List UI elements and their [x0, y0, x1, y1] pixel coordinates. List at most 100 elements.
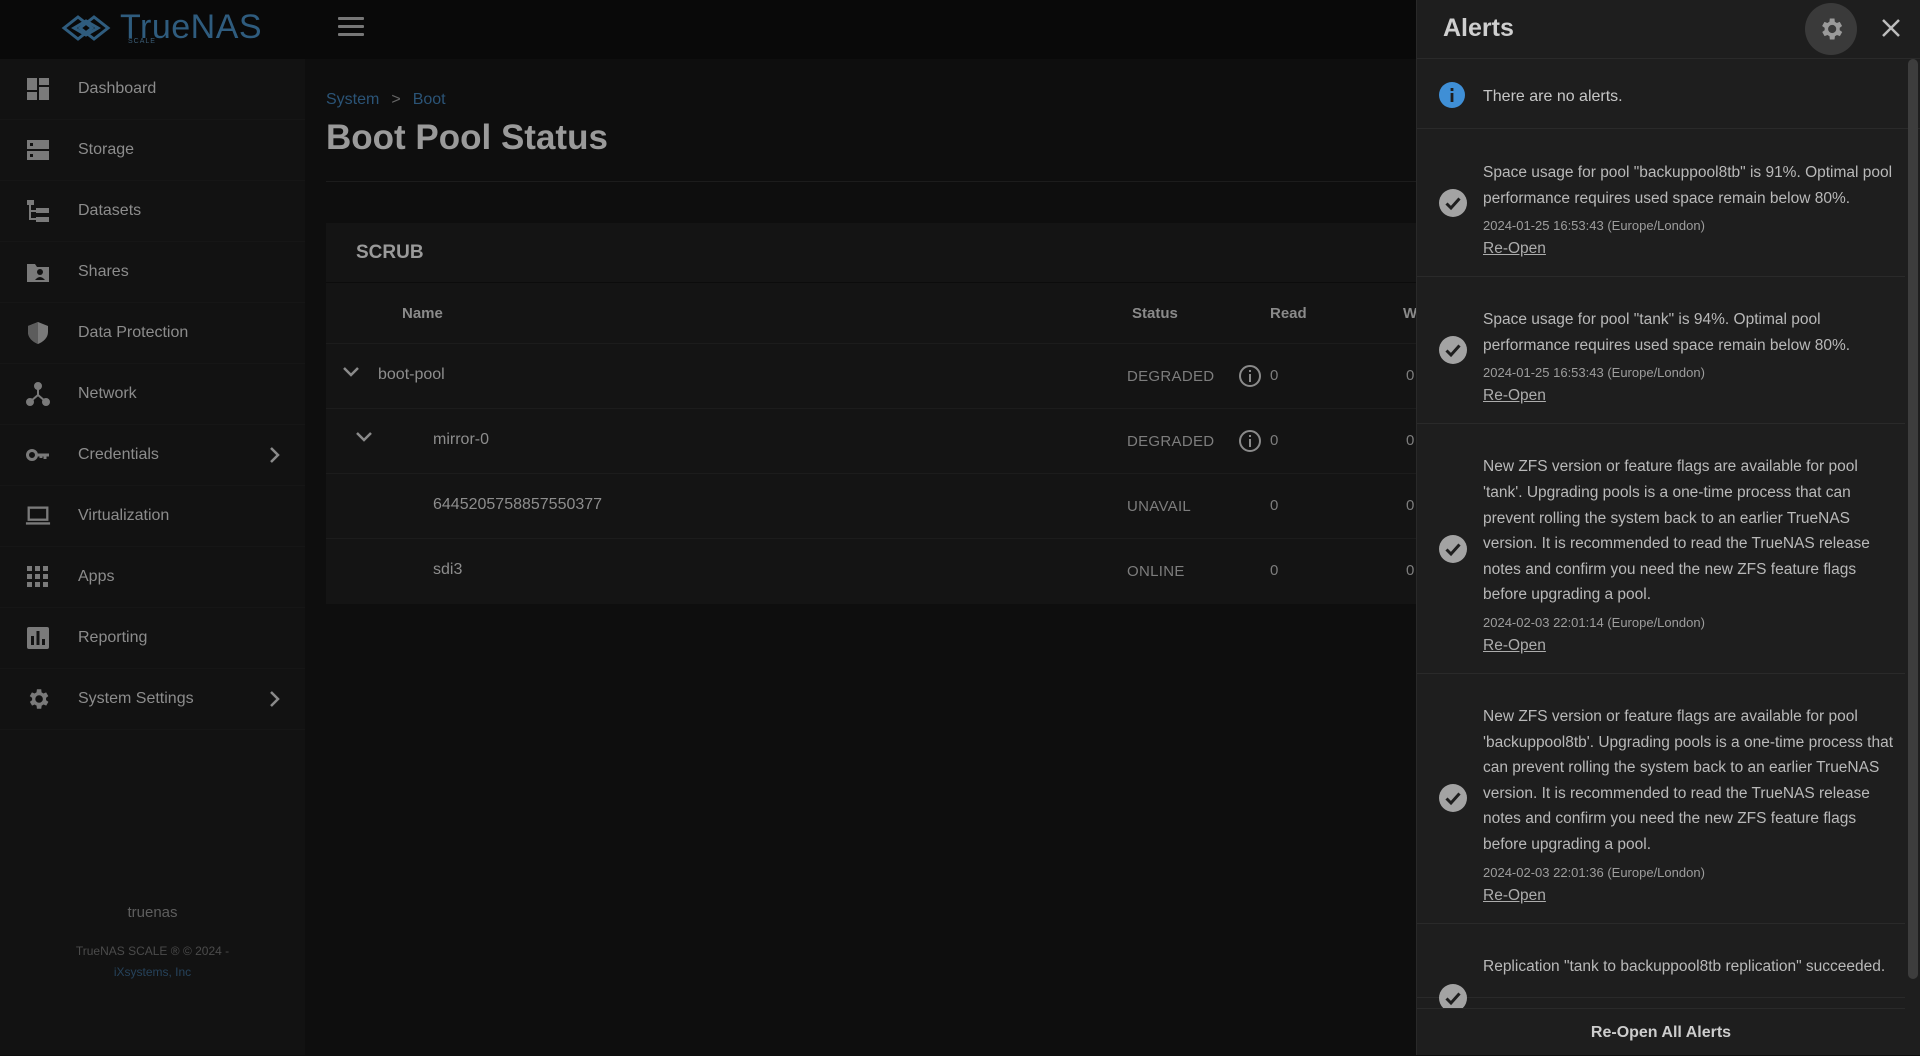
row-name: mirror-0 [433, 431, 489, 448]
datasets-icon [25, 198, 51, 224]
row-read: 0 [1270, 367, 1279, 384]
key-icon [25, 442, 51, 468]
alert-message: New ZFS version or feature flags are ava… [1483, 707, 1894, 853]
sidebar-item-apps[interactable]: Apps [0, 547, 305, 608]
sidebar-item-label: Data Protection [78, 324, 189, 341]
close-icon[interactable] [1879, 16, 1903, 40]
shares-icon [25, 259, 51, 285]
sidebar-item-data-protection[interactable]: Data Protection [0, 303, 305, 364]
check-circle-icon [1439, 784, 1467, 813]
brand-edition: SCALE [128, 38, 156, 45]
alert-settings-button[interactable] [1805, 3, 1857, 55]
row-status: ONLINE [1127, 563, 1185, 580]
top-bar: TrueNAS SCALE [0, 0, 1416, 59]
alerts-panel: Alerts There are no alerts. Space usage … [1416, 0, 1920, 1055]
alert-item: New ZFS version or feature flags are ava… [1417, 674, 1905, 924]
alert-message: New ZFS version or feature flags are ava… [1483, 458, 1870, 604]
chevron-down-icon[interactable] [342, 366, 360, 378]
copyright: TrueNAS SCALE ® © 2024 - iXsystems, Inc [0, 941, 305, 983]
row-write: 0 [1406, 562, 1415, 579]
row-name: 6445205758857550377 [433, 496, 603, 513]
sidebar-item-credentials[interactable]: Credentials [0, 425, 305, 486]
storage-icon [25, 137, 51, 163]
breadcrumb: System > Boot [326, 91, 446, 109]
sidebar-item-label: Shares [78, 263, 129, 280]
gear-icon [1822, 18, 1843, 40]
sidebar-item-system-settings[interactable]: System Settings [0, 669, 305, 730]
table-row[interactable]: 6445205758857550377 UNAVAIL 0 0 [326, 473, 1416, 538]
truenas-logo-icon [61, 14, 111, 41]
chevron-down-icon[interactable] [355, 431, 373, 443]
copyright-text: TrueNAS SCALE ® © 2024 - [75, 944, 230, 958]
alert-item: Replication "tank to backuppool8tb repli… [1417, 924, 1905, 1008]
alert-timestamp: 2024-02-03 22:01:36 (Europe/London) [1483, 864, 1705, 880]
main-content: System > Boot Boot Pool Status SCRUB Name … [305, 59, 1417, 1055]
sidebar-item-label: Network [78, 385, 137, 402]
row-name: boot-pool [378, 366, 445, 383]
network-icon [25, 381, 51, 407]
scrollbar-thumb[interactable] [1908, 59, 1918, 979]
scrollbar[interactable] [1907, 59, 1919, 979]
chevron-right-icon [270, 447, 280, 463]
breadcrumb-system[interactable]: System [326, 91, 379, 108]
alert-timestamp: 2024-01-25 16:53:43 (Europe/London) [1483, 218, 1705, 234]
column-header-name: Name [402, 305, 443, 322]
sidebar-item-storage[interactable]: Storage [0, 120, 305, 181]
dashboard-icon [25, 76, 51, 102]
info-icon[interactable] [1238, 364, 1262, 388]
column-header-read: Read [1270, 305, 1307, 322]
apps-grid-icon [25, 564, 51, 590]
table-row[interactable]: boot-pool DEGRADED 0 0 [326, 343, 1416, 408]
row-write: 0 [1406, 367, 1415, 384]
info-icon [1439, 82, 1465, 108]
column-header-status: Status [1132, 305, 1178, 322]
row-status: DEGRADED [1127, 368, 1215, 385]
sidebar-item-datasets[interactable]: Datasets [0, 181, 305, 242]
sidebar-item-reporting[interactable]: Reporting [0, 608, 305, 669]
sidebar-item-shares[interactable]: Shares [0, 242, 305, 303]
sidebar-item-label: Dashboard [78, 80, 157, 97]
check-circle-icon [1439, 983, 1467, 1008]
sidebar-item-label: Apps [78, 568, 115, 585]
alert-item: New ZFS version or feature flags are ava… [1417, 424, 1905, 674]
breadcrumb-separator: > [391, 91, 401, 108]
check-circle-icon [1439, 534, 1467, 563]
gear-icon [25, 686, 51, 712]
reporting-icon [25, 625, 51, 651]
row-read: 0 [1270, 562, 1279, 579]
alerts-title: Alerts [1443, 14, 1514, 42]
alert-message: Space usage for pool "backuppool8tb" is … [1483, 164, 1893, 207]
row-status: UNAVAIL [1127, 498, 1192, 515]
sidebar-item-network[interactable]: Network [0, 364, 305, 425]
alert-item: Space usage for pool "backuppool8tb" is … [1417, 130, 1905, 278]
breadcrumb-boot[interactable]: Boot [413, 91, 446, 108]
table-row[interactable]: mirror-0 DEGRADED 0 0 [326, 408, 1416, 473]
reopen-all-button[interactable]: Re-Open All Alerts [1417, 1008, 1905, 1055]
company-link[interactable]: iXsystems, Inc [0, 962, 305, 983]
alert-timestamp: 2024-02-03 22:01:14 (Europe/London) [1483, 614, 1705, 630]
laptop-icon [25, 503, 51, 529]
no-alerts-text: There are no alerts. [1483, 88, 1623, 105]
info-icon[interactable] [1238, 429, 1262, 453]
reopen-link[interactable]: Re-Open [1483, 637, 1546, 655]
row-read: 0 [1270, 497, 1279, 514]
sidebar-item-label: Virtualization [78, 507, 170, 524]
reopen-link[interactable]: Re-Open [1483, 387, 1546, 405]
row-status: DEGRADED [1127, 433, 1215, 450]
scrub-header: SCRUB [326, 223, 1416, 283]
sidebar-item-virtualization[interactable]: Virtualization [0, 486, 305, 547]
sidebar-item-dashboard[interactable]: Dashboard [0, 59, 305, 120]
reopen-link[interactable]: Re-Open [1483, 240, 1546, 258]
row-write: 0 [1406, 497, 1415, 514]
row-read: 0 [1270, 432, 1279, 449]
shield-icon [25, 320, 51, 346]
menu-toggle-icon[interactable] [338, 17, 364, 37]
table-row[interactable]: sdi3 ONLINE 0 0 [326, 538, 1416, 603]
alerts-list[interactable]: Space usage for pool "backuppool8tb" is … [1417, 130, 1905, 1008]
reopen-link[interactable]: Re-Open [1483, 887, 1546, 905]
sidebar-item-label: Datasets [78, 202, 142, 219]
truenas-logo[interactable]: TrueNAS [60, 8, 262, 47]
row-name: sdi3 [433, 561, 463, 578]
sidebar-item-label: Storage [78, 141, 135, 158]
alert-message: Replication "tank to backuppool8tb repli… [1483, 957, 1886, 975]
